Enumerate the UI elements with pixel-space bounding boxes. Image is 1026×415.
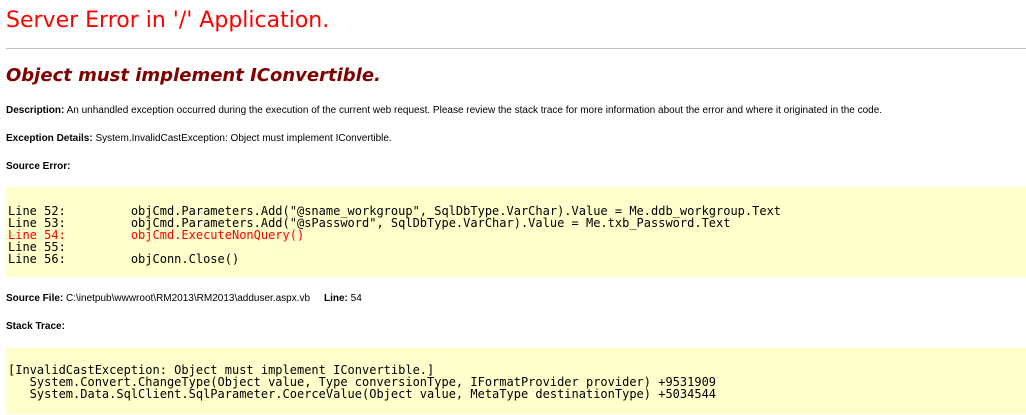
exception-details-label: Exception Details: [6,133,93,144]
source-file-line: Source File: C:\inetpub\wwwroot\RM2013\R… [6,293,362,304]
title-divider [6,48,1026,49]
description-text: An unhandled exception occurred during t… [66,105,883,116]
error-message: Object must implement IConvertible. [6,65,381,86]
source-line-error: Line 54: objCmd.ExecuteNonQuery() [8,228,305,242]
stack-trace-line: System.Data.SqlClient.SqlParameter.Coerc… [8,387,717,401]
exception-details-text: System.InvalidCastException: Object must… [95,133,392,144]
page-title: Server Error in '/' Application. [6,8,330,33]
line-label: Line: [323,293,348,304]
exception-details-line: Exception Details: System.InvalidCastExc… [6,133,392,144]
description-label: Description: [6,105,65,116]
stack-trace-heading: Stack Trace: [6,321,65,332]
source-error-code-block: Line 52: objCmd.Parameters.Add("@sname_w… [6,187,1026,277]
source-file-label: Source File: [6,293,64,304]
line-number: 54 [350,293,362,304]
source-line: Line 56: objConn.Close() [8,252,240,266]
description-line: Description: An unhandled exception occu… [6,105,882,116]
source-file-path: C:\inetpub\wwwroot\RM2013\RM2013\adduser… [66,293,311,304]
source-error-heading: Source Error: [6,161,71,172]
stack-trace-code-block: [InvalidCastException: Object must imple… [6,348,1026,414]
